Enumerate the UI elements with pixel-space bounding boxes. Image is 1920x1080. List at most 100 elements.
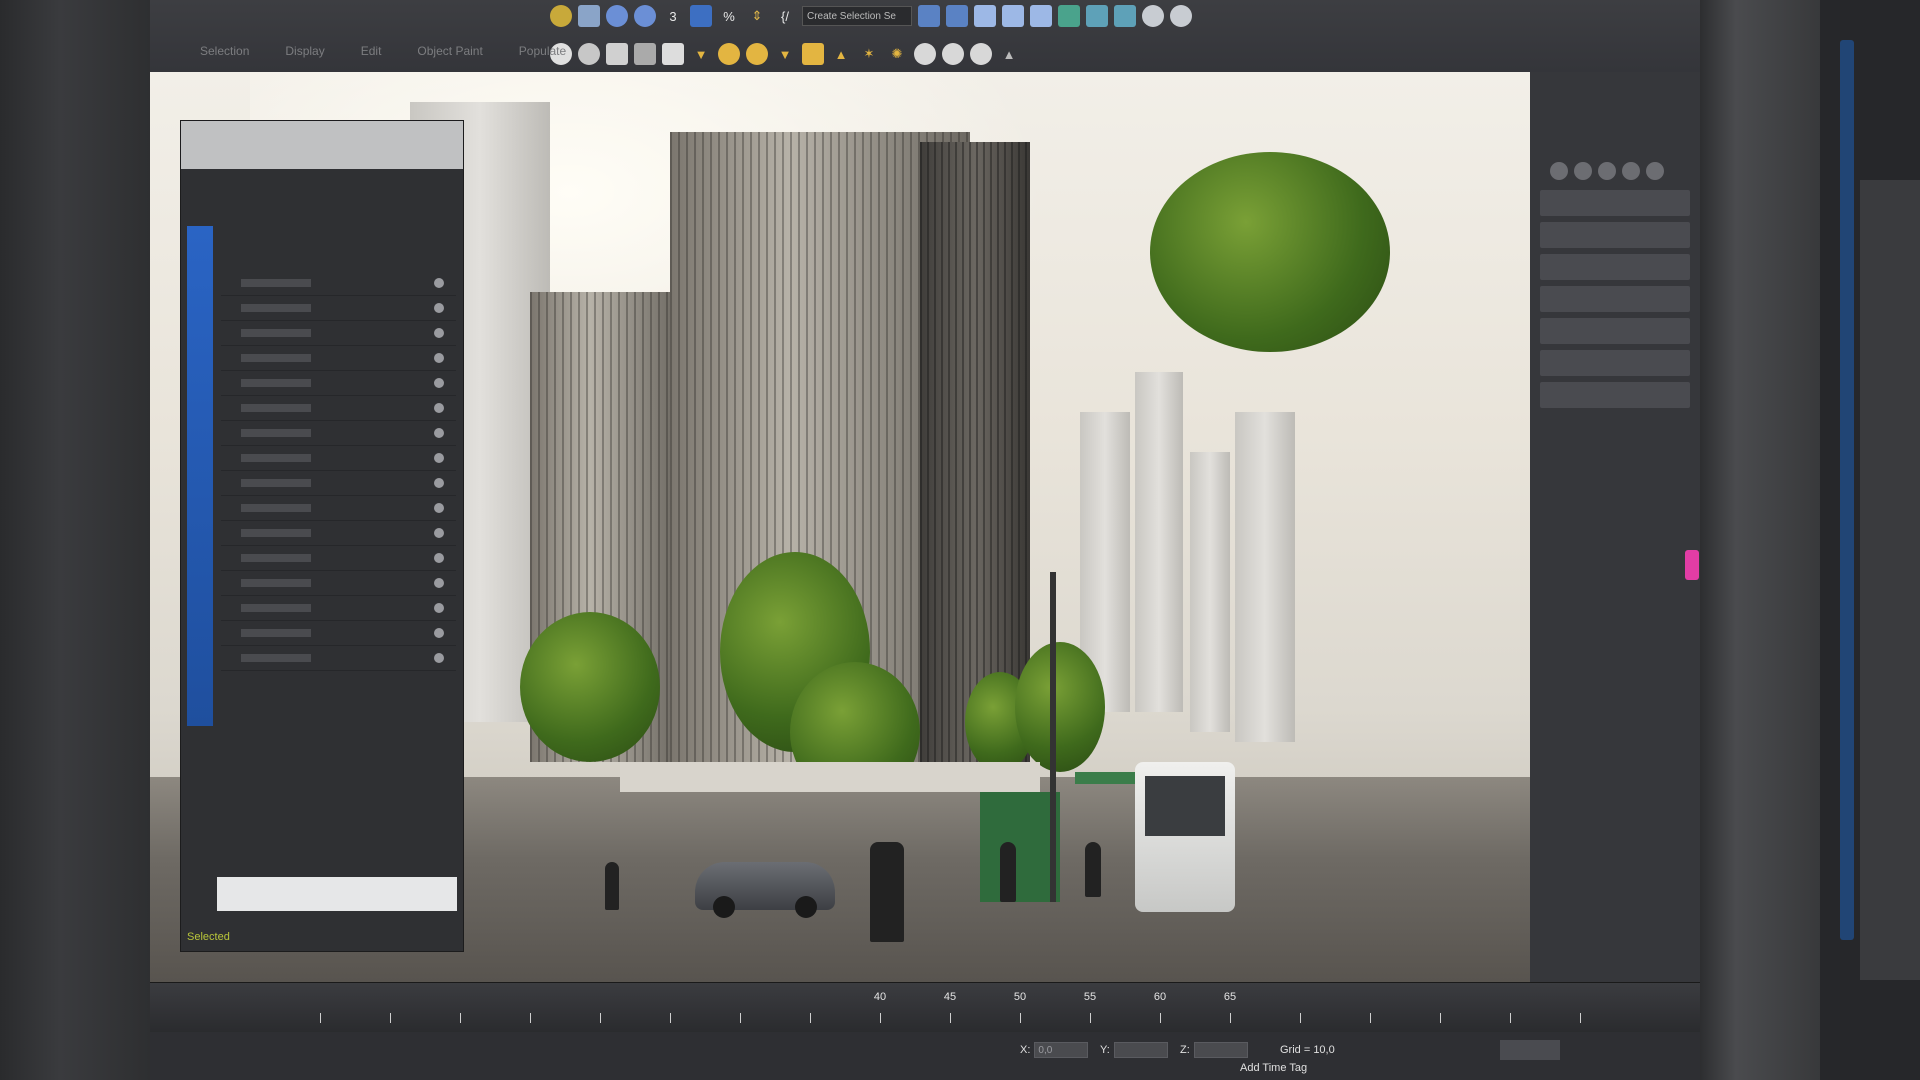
rendered-frame-icon[interactable] [1114,5,1136,27]
material-ball-2-icon[interactable] [970,43,992,65]
visibility-icon[interactable] [434,453,444,463]
spinner-snap-icon[interactable]: ⇕ [746,5,768,27]
menu-item-display[interactable]: Display [285,44,324,58]
list-item[interactable] [221,421,456,446]
list-item[interactable] [221,521,456,546]
visibility-icon[interactable] [434,428,444,438]
menu-item-selection[interactable]: Selection [200,44,249,58]
material-ball-icon[interactable] [942,43,964,65]
list-item[interactable] [221,496,456,521]
menu-item-object-paint[interactable]: Object Paint [417,44,482,58]
auto-key-button[interactable] [1500,1040,1560,1060]
traffic-pole [1050,572,1056,902]
visibility-icon[interactable] [434,578,444,588]
parameter-row[interactable] [1540,222,1690,248]
bus [1135,762,1235,912]
render-production-icon[interactable] [1142,5,1164,27]
flask-icon[interactable]: ▲ [998,43,1020,65]
snap-3d-icon[interactable]: 3 [662,5,684,27]
sun-light-icon[interactable] [746,43,768,65]
sky-light-icon[interactable] [802,43,824,65]
create-tab-icon[interactable] [1550,162,1568,180]
time-slider[interactable]: 40 45 50 55 60 65 [150,982,1700,1033]
x-field[interactable]: 0,0 [1034,1042,1089,1058]
sphere-material-icon[interactable] [914,43,936,65]
list-item[interactable] [221,621,456,646]
hierarchy-tab-icon[interactable] [1598,162,1616,180]
layers-icon[interactable] [974,5,996,27]
visibility-icon[interactable] [434,528,444,538]
list-item[interactable] [221,596,456,621]
scene-explorer-search-input[interactable] [217,877,457,911]
visibility-icon[interactable] [434,353,444,363]
visibility-icon[interactable] [434,603,444,613]
list-item[interactable] [221,446,456,471]
visibility-icon[interactable] [434,628,444,638]
list-item[interactable] [221,646,456,671]
motion-tab-icon[interactable] [1622,162,1640,180]
sphere-icon[interactable] [550,5,572,27]
visibility-icon[interactable] [434,378,444,388]
y-field[interactable] [1113,1042,1168,1058]
parameter-row[interactable] [1540,318,1690,344]
timeline-tick [1300,1013,1301,1023]
list-item[interactable] [221,571,456,596]
angle-snap-icon[interactable] [690,5,712,27]
mirror-icon[interactable] [918,5,940,27]
list-item[interactable] [221,271,456,296]
list-item[interactable] [221,546,456,571]
building-distant-3 [1190,452,1230,732]
menu-item-edit[interactable]: Edit [361,44,382,58]
visibility-icon[interactable] [434,478,444,488]
percent-icon[interactable]: % [718,5,740,27]
daylight-icon[interactable]: ✺ [886,43,908,65]
photometric-icon[interactable]: ▲ [830,43,852,65]
menu-item-populate[interactable]: Populate [519,44,566,58]
z-field[interactable] [1193,1042,1248,1058]
parameter-row[interactable] [1540,382,1690,408]
plaza [620,762,1040,792]
list-item[interactable] [221,296,456,321]
snap-icon[interactable] [606,5,628,27]
list-item[interactable] [221,321,456,346]
render-iterative-icon[interactable] [1170,5,1192,27]
omni-light-icon[interactable] [718,43,740,65]
visibility-icon[interactable] [434,553,444,563]
list-item[interactable] [221,346,456,371]
command-panel-tabs [1550,162,1690,180]
visibility-icon[interactable] [434,653,444,663]
visibility-icon[interactable] [434,278,444,288]
align-icon[interactable] [946,5,968,27]
tree-left [520,612,660,762]
material-editor-icon[interactable] [1058,5,1080,27]
display-tab-icon[interactable] [1646,162,1664,180]
person-right [1000,842,1016,902]
visibility-icon[interactable] [434,303,444,313]
visibility-icon[interactable] [434,503,444,513]
parameter-row[interactable] [1540,286,1690,312]
parameter-row[interactable] [1540,254,1690,280]
ribbon-menu: Selection Display Edit Object Paint Popu… [150,40,670,62]
schematic-icon[interactable] [1030,5,1052,27]
parameter-row[interactable] [1540,350,1690,376]
render-icon[interactable] [578,5,600,27]
modify-tab-icon[interactable] [1574,162,1592,180]
edit-named-selection-icon[interactable]: {/ [774,5,796,27]
parameter-row[interactable] [1540,190,1690,216]
render-setup-icon[interactable] [1086,5,1108,27]
list-item[interactable] [221,371,456,396]
visibility-icon[interactable] [434,328,444,338]
spinner-icon[interactable] [634,5,656,27]
color-swatch[interactable] [1685,550,1699,580]
timeline-tick [320,1013,321,1023]
list-item[interactable] [221,471,456,496]
list-item[interactable] [221,396,456,421]
graph-icon[interactable] [1002,5,1024,27]
timeline-ruler[interactable]: 40 45 50 55 60 65 [190,987,1650,1029]
add-time-tag-button[interactable]: Add Time Tag [1240,1062,1307,1074]
spot-light-icon[interactable]: ▼ [774,43,796,65]
visibility-icon[interactable] [434,403,444,413]
light-icon[interactable]: ▼ [690,43,712,65]
selection-set-dropdown[interactable]: Create Selection Se [802,6,912,26]
sunlight-icon[interactable]: ✶ [858,43,880,65]
